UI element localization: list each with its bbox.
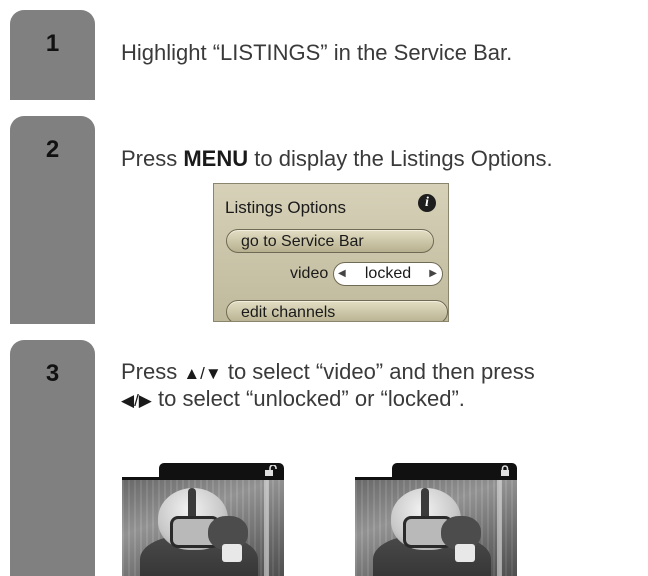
up-down-arrows: ▲/▼ — [183, 364, 222, 383]
step-2-text: Press MENU to display the Listings Optio… — [121, 146, 553, 171]
video-lock-selector[interactable]: ◀ locked ▶ — [333, 262, 443, 286]
step-2-number: 2 — [45, 136, 60, 163]
step-3-line-2-post: to select “unlocked” or “locked”. — [151, 386, 465, 411]
video-option-label: video — [290, 265, 329, 282]
step-3-line-2: ◀/▶ to select “unlocked” or “locked”. — [121, 386, 535, 413]
go-to-service-bar-item[interactable]: go to Service Bar — [226, 229, 434, 253]
unlocked-screen-thumbnail — [122, 463, 284, 576]
right-arrow-icon[interactable]: ▶ — [429, 265, 437, 283]
football-player-photo — [122, 477, 284, 576]
step-3-line-1-pre: Press — [121, 359, 184, 384]
menu-key-label: MENU — [183, 146, 249, 171]
locked-padlock-icon — [501, 465, 509, 476]
step-2-text-post: to display the Listings Options. — [248, 146, 553, 171]
screen-status-tab — [159, 463, 284, 477]
left-right-arrows: ◀/▶ — [121, 391, 152, 410]
locked-screen-thumbnail — [355, 463, 517, 576]
video-lock-value: locked — [364, 265, 412, 282]
wristband — [455, 544, 475, 562]
listings-options-title: Listings Options — [225, 198, 346, 217]
photo-background-pole — [497, 480, 502, 576]
step-3-tab: 3 — [10, 340, 95, 576]
step-3-number: 3 — [45, 360, 60, 387]
step-2-text-pre: Press — [121, 146, 184, 171]
unlocked-padlock-icon — [265, 465, 277, 476]
wristband — [222, 544, 242, 562]
info-icon[interactable]: i — [418, 194, 436, 212]
step-1-tab: 1 — [10, 10, 95, 100]
listings-options-menu: Listings Options i go to Service Bar vid… — [213, 183, 449, 322]
step-1-text: Highlight “LISTINGS” in the Service Bar. — [121, 40, 513, 65]
step-3-text: Press ▲/▼ to select “video” and then pre… — [121, 359, 535, 413]
step-1-number: 1 — [45, 30, 60, 57]
photo-background-pole — [264, 480, 269, 576]
edit-channels-item[interactable]: edit channels — [226, 300, 448, 321]
step-3-line-1: Press ▲/▼ to select “video” and then pre… — [121, 359, 535, 386]
step-2-tab: 2 — [10, 116, 95, 324]
football-player-photo — [355, 477, 517, 576]
screen-status-tab — [392, 463, 517, 477]
step-3-line-1-post: to select “video” and then press — [221, 359, 535, 384]
